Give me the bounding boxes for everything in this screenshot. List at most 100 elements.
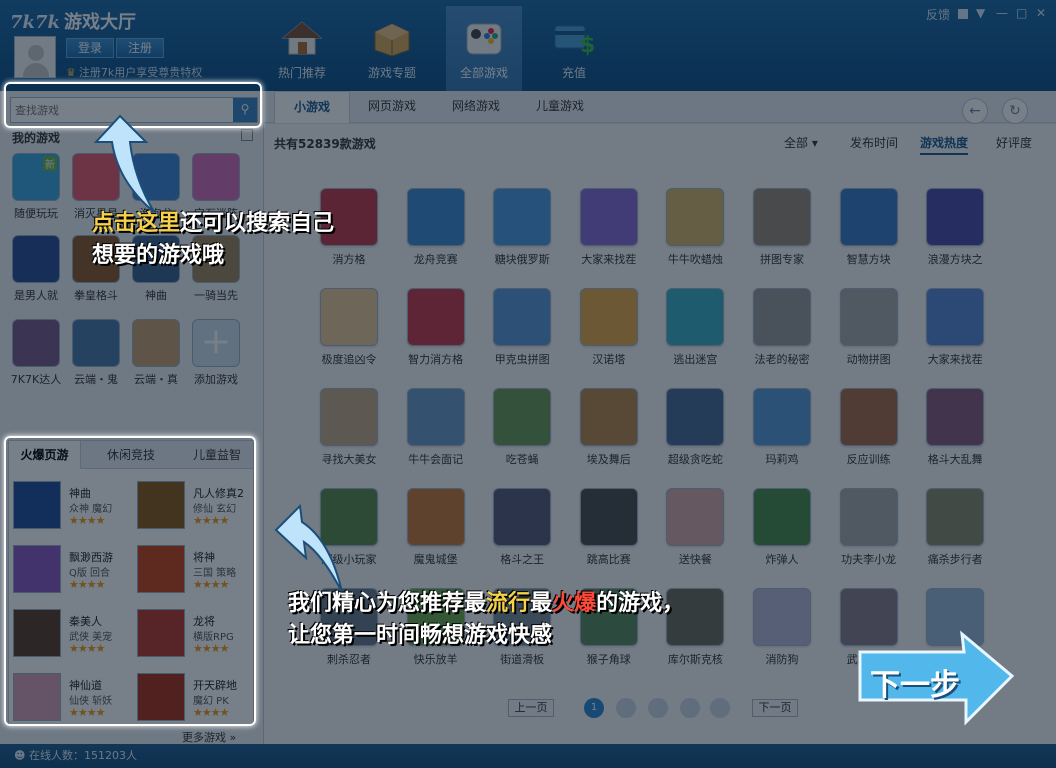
my-game-item[interactable]: 云端・真 [130,319,182,387]
game-thumbnail [406,188,465,246]
tab-online-games[interactable]: 网络游戏 [452,91,500,123]
game-tile[interactable]: 极度追凶令 [306,288,392,367]
game-tile[interactable]: 格斗之王 [479,488,565,567]
game-tile[interactable]: 牛牛吹蜡烛 [652,188,738,267]
game-tile[interactable]: 智慧方块 [826,188,912,267]
add-game-button[interactable]: + 添加游戏 [190,319,242,387]
game-title: 甲克虫拼图 [494,353,550,366]
sort-popularity[interactable]: 游戏热度 [920,134,969,155]
next-page-button[interactable]: 下一页 [752,699,798,717]
game-tile[interactable]: 超级贪吃蛇 [652,388,738,467]
game-thumbnail [132,319,180,367]
game-title: 牛牛吹蜡烛 [667,253,723,266]
game-thumbnail [753,288,811,346]
tab-web-games[interactable]: 网页游戏 [368,91,416,123]
game-tile[interactable]: 送快餐 [652,488,738,567]
feedback-link[interactable]: 反馈 [926,6,950,23]
game-thumbnail [753,388,811,446]
recommend-tip-text: 我们精心为您推荐最 [288,591,487,616]
game-tile[interactable]: 法老的秘密 [739,288,825,367]
game-tile[interactable]: 痛杀步行者 [912,488,998,567]
game-thumbnail [579,388,638,446]
nav-hot-recommend[interactable]: 热门推荐 [264,6,340,91]
sort-release-time[interactable]: 发布时间 [850,134,898,151]
login-button[interactable]: 登录 [66,38,114,58]
more-games-link[interactable]: 更多游戏 » [182,729,236,745]
game-tile[interactable]: 玛莉鸡 [739,388,825,467]
game-tile[interactable]: 反应训练 [826,388,912,467]
game-tile[interactable]: 消防狗 [739,588,825,667]
page-dot[interactable] [648,698,668,718]
game-tile[interactable]: 甲克虫拼图 [479,288,565,367]
register-button[interactable]: 注册 [116,38,164,58]
game-tile[interactable]: 寻找大美女 [306,388,392,467]
game-tile[interactable]: 大家来找茬 [912,288,998,367]
game-title: 浪漫方块之 [927,253,983,266]
game-tile[interactable]: 跳高比赛 [566,488,652,567]
menu-icon[interactable]: ▼ [976,6,985,20]
recommend-tip-popular: 流行 [486,591,531,616]
page-dot[interactable]: 1 [584,698,604,718]
game-tile[interactable]: 魔鬼城堡 [393,488,479,567]
game-tile[interactable]: 汉诺塔 [566,288,652,367]
game-tile[interactable]: 动物拼图 [826,288,912,367]
game-title: 街道滑板 [500,653,545,666]
game-thumbnail [406,288,465,346]
my-game-item[interactable]: 是男人就 [10,235,62,303]
game-tile[interactable]: 格斗大乱舞 [912,388,998,467]
game-tile[interactable]: 拼图专家 [739,188,825,267]
filter-all[interactable]: 全部 ▾ [784,134,818,151]
game-title: 法老的秘密 [754,353,810,366]
game-tile[interactable]: 埃及舞后 [566,388,652,467]
game-title: 跳高比赛 [586,553,631,566]
game-tile[interactable]: 功夫李小龙 [826,488,912,567]
game-tile[interactable]: 大家来找茬 [566,188,652,267]
nav-all-games[interactable]: 全部游戏 [446,6,522,91]
register-promo[interactable]: ♛ 注册7k用户享受尊贵特权 [66,64,202,80]
page-dot[interactable] [710,698,730,718]
my-game-item[interactable]: 云端・鬼 [70,319,122,387]
grid-view-icon[interactable] [241,129,253,141]
next-step-button[interactable]: 下一步 [856,630,1016,726]
nav-game-topics[interactable]: 游戏专题 [354,6,430,91]
game-tile[interactable]: 智力消方格 [393,288,479,367]
game-thumbnail [753,588,811,646]
prev-page-button[interactable]: 上一页 [508,699,554,717]
game-title: 吃苍蝇 [505,453,539,466]
game-thumbnail [839,188,898,246]
game-tile[interactable]: 牛牛会面记 [393,388,479,467]
close-icon[interactable]: ✕ [1036,6,1046,20]
game-tile[interactable]: 糖块俄罗斯 [479,188,565,267]
page-dot[interactable] [680,698,700,718]
game-tile[interactable]: 吃苍蝇 [479,388,565,467]
game-tile[interactable]: 炸弹人 [739,488,825,567]
page-dot[interactable] [616,698,636,718]
game-tile[interactable]: 龙舟竞赛 [393,188,479,267]
game-thumbnail [72,319,120,367]
my-game-item[interactable]: 7K7K达人 [10,319,62,387]
game-thumbnail [493,388,552,446]
avatar[interactable] [14,36,56,78]
maximize-icon[interactable]: □ [1016,6,1027,20]
minimize-icon[interactable]: — [996,6,1008,20]
game-title: 炸弹人 [765,553,799,566]
game-title: 功夫李小龙 [841,553,897,566]
recommend-tip: 我们精心为您推荐最流行最火爆的游戏， 让您第一时间畅想游戏快感 [288,585,684,649]
skin-icon[interactable] [958,9,968,19]
game-thumbnail [579,188,638,246]
tab-kids-games[interactable]: 儿童游戏 [536,91,584,123]
filter-all-label: 全部 [784,136,809,150]
game-title: 龙舟竞赛 [413,253,458,266]
game-thumbnail [320,388,378,446]
tab-mini-games[interactable]: 小游戏 [274,91,350,123]
sort-rating[interactable]: 好评度 [996,134,1032,151]
back-icon[interactable]: ← [962,98,988,124]
house-icon [281,21,323,55]
game-title: 超级贪吃蛇 [667,453,723,466]
my-game-item[interactable]: 新随便玩玩 [10,153,62,221]
nav-recharge[interactable]: $ 充值 [536,6,612,91]
refresh-icon[interactable]: ↻ [1002,98,1028,124]
game-tile[interactable]: 逃出迷宫 [652,288,738,367]
game-title: 拼图专家 [760,253,804,266]
game-tile[interactable]: 浪漫方块之 [912,188,998,267]
